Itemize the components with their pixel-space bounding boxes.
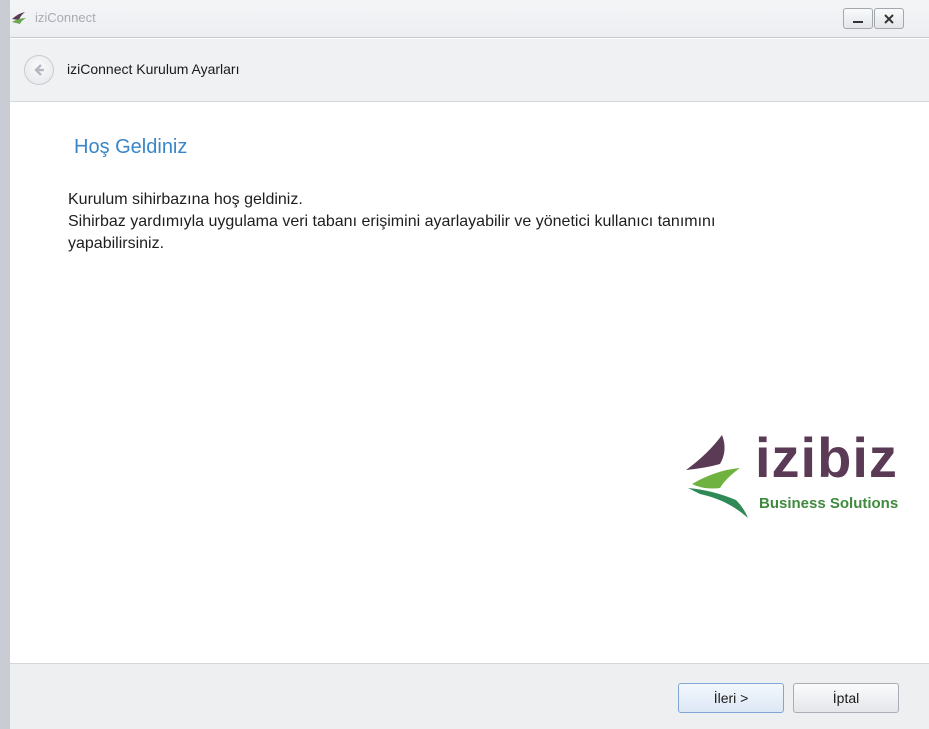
wizard-title: iziConnect Kurulum Ayarları: [67, 61, 240, 77]
wizard-header: iziConnect Kurulum Ayarları: [10, 39, 929, 102]
welcome-line-3: yapabilirsiniz.: [68, 235, 165, 252]
close-icon: [884, 13, 894, 24]
arrow-left-icon: [34, 64, 44, 76]
welcome-text: Kurulum sihirbazına hoş geldiniz. Sihirb…: [68, 189, 888, 255]
page-title: Hoş Geldiniz: [74, 136, 188, 158]
minimize-button[interactable]: [843, 8, 873, 29]
next-button[interactable]: İleri >: [678, 683, 784, 713]
welcome-line-1: Kurulum sihirbazına hoş geldiniz.: [68, 191, 303, 208]
app-logo-icon: [12, 12, 26, 24]
back-button[interactable]: [24, 55, 54, 85]
cancel-button[interactable]: İptal: [793, 683, 899, 713]
logo-tagline: Business Solutions: [759, 495, 899, 512]
wizard-footer: İleri > İptal: [10, 663, 929, 729]
logo-wordmark: izibiz: [755, 426, 898, 489]
window-title: iziConnect: [35, 10, 96, 25]
wizard-content: Hoş Geldiniz Kurulum sihirbazına hoş gel…: [10, 103, 929, 663]
title-bar: iziConnect: [10, 0, 929, 38]
close-button[interactable]: [874, 8, 904, 29]
minimize-icon: [853, 20, 863, 23]
izibiz-leaf-icon: [686, 435, 748, 518]
izibiz-logo: izibiz Business Solutions: [678, 428, 908, 523]
welcome-line-2: Sihirbaz yardımıyla uygulama veri tabanı…: [68, 213, 716, 230]
installer-window: iziConnect iziConnect Kurulum Ayarları H…: [0, 0, 929, 729]
